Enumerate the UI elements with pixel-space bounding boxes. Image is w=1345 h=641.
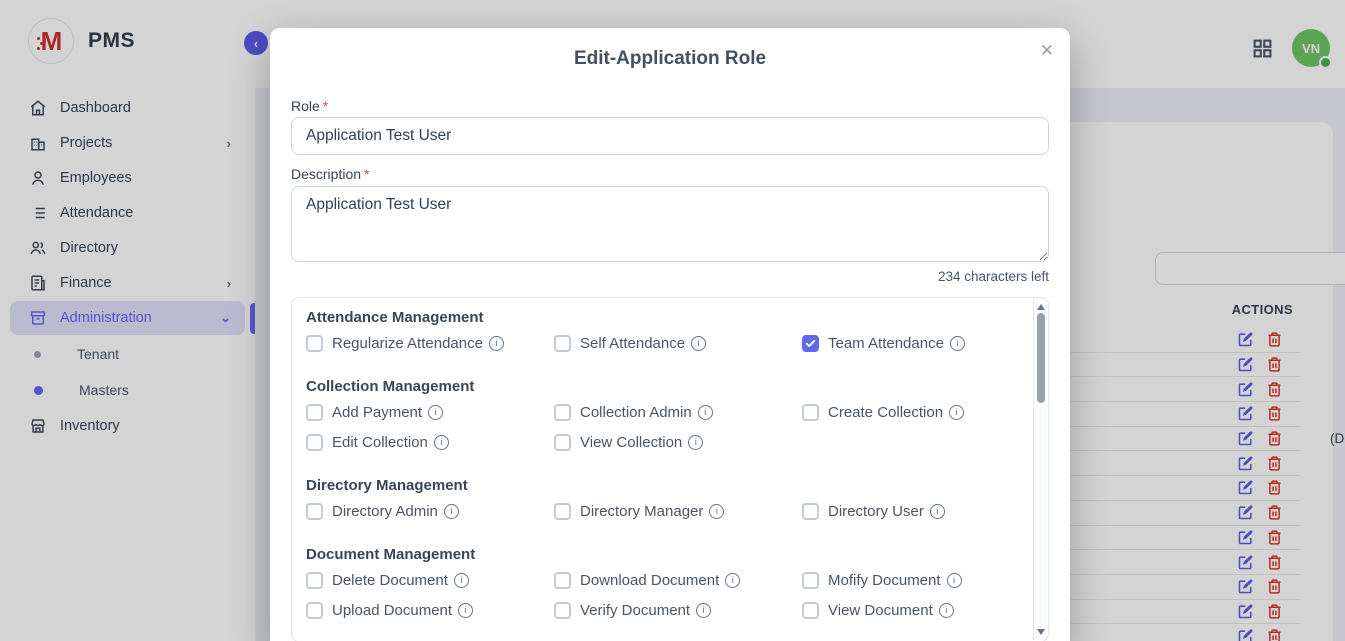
permission-item: Upload Document i [306, 600, 554, 620]
info-icon[interactable]: i [930, 504, 945, 519]
required-asterisk: * [323, 98, 328, 114]
permission-item: Verify Document i [554, 600, 802, 620]
checkbox-unchecked[interactable] [802, 404, 819, 421]
permission-item: View Collection i [554, 432, 802, 452]
permission-section: Collection ManagementAdd PaymentiCollect… [306, 379, 1018, 452]
permission-item: Mofify Document i [802, 570, 1018, 590]
permission-section-title: Document Management [306, 547, 1018, 562]
permission-label: Directory Admin [332, 503, 438, 520]
info-icon[interactable]: i [458, 603, 473, 618]
info-icon[interactable]: i [709, 504, 724, 519]
scroll-down-arrow-icon[interactable] [1037, 629, 1045, 635]
required-asterisk: * [364, 166, 369, 182]
permission-label: Create Collection [828, 404, 943, 421]
permission-section: Document ManagementDelete DocumentiDownl… [306, 547, 1018, 620]
checkbox-unchecked[interactable] [802, 572, 819, 589]
info-icon[interactable]: i [444, 504, 459, 519]
permission-label: Team Attendance [828, 335, 944, 352]
info-icon[interactable]: i [428, 405, 443, 420]
info-icon[interactable]: i [696, 603, 711, 618]
permission-label: Collection Admin [580, 404, 692, 421]
checkbox-unchecked[interactable] [306, 404, 323, 421]
permission-label: View Collection [580, 434, 682, 451]
permission-section-title: Directory Management [306, 478, 1018, 493]
checkbox-unchecked[interactable] [554, 434, 571, 451]
permission-label: Edit Collection [332, 434, 428, 451]
checkbox-unchecked[interactable] [306, 335, 323, 352]
permission-label: Verify Document [580, 602, 690, 619]
permission-label: Upload Document [332, 602, 452, 619]
checkbox-unchecked[interactable] [554, 335, 571, 352]
checkbox-unchecked[interactable] [554, 602, 571, 619]
info-icon[interactable]: i [688, 435, 703, 450]
checkbox-unchecked[interactable] [802, 602, 819, 619]
permission-label: Add Payment [332, 404, 422, 421]
checkbox-unchecked[interactable] [306, 503, 323, 520]
checkbox-unchecked[interactable] [554, 572, 571, 589]
permissions-panel: Attendance Management Regularize Attendan… [291, 297, 1049, 641]
info-icon[interactable]: i [939, 603, 954, 618]
permission-item: View Document i [802, 600, 1018, 620]
info-icon[interactable]: i [950, 336, 965, 351]
info-icon[interactable]: i [949, 405, 964, 420]
permission-item: Directory Manager i [554, 501, 802, 521]
checkbox-checked[interactable] [802, 335, 819, 352]
role-label: Role* [291, 98, 1049, 114]
permission-item: Self Attendance i [554, 333, 802, 353]
permission-section: Attendance Management Regularize Attendan… [306, 310, 1018, 353]
characters-left-counter: 234 characters left [291, 269, 1049, 284]
checkbox-unchecked[interactable] [554, 404, 571, 421]
scrollbar-thumb[interactable] [1037, 313, 1045, 403]
permission-label: Mofify Document [828, 572, 941, 589]
permission-label: Directory User [828, 503, 924, 520]
info-icon[interactable]: i [725, 573, 740, 588]
permission-section: Directory ManagementDirectory AdminiDire… [306, 478, 1018, 521]
info-icon[interactable]: i [947, 573, 962, 588]
permission-item: Team Attendance i [802, 333, 1018, 353]
info-icon[interactable]: i [698, 405, 713, 420]
permission-label: Delete Document [332, 572, 448, 589]
edit-application-role-modal: Edit-Application Role ✕ Role* Descriptio… [270, 28, 1070, 641]
scrollbar-track[interactable] [1033, 299, 1047, 640]
permission-label: View Document [828, 602, 933, 619]
permission-item: Directory User i [802, 501, 1018, 521]
description-label: Description* [291, 166, 1049, 182]
permission-label: Regularize Attendance [332, 335, 483, 352]
permission-item: Download Document i [554, 570, 802, 590]
role-input[interactable] [291, 117, 1049, 155]
modal-title: Edit-Application Role [291, 48, 1049, 70]
permission-label: Download Document [580, 572, 719, 589]
checkbox-unchecked[interactable] [306, 572, 323, 589]
permission-item: Directory Admin i [306, 501, 554, 521]
checkbox-unchecked[interactable] [554, 503, 571, 520]
permission-item: Edit Collection i [306, 432, 554, 452]
permission-item: Delete Document i [306, 570, 554, 590]
info-icon[interactable]: i [434, 435, 449, 450]
permission-item: Collection Admin i [554, 402, 802, 422]
permission-item: Regularize Attendance i [306, 333, 554, 353]
info-icon[interactable]: i [691, 336, 706, 351]
permission-item: Create Collection i [802, 402, 1018, 422]
checkbox-unchecked[interactable] [802, 503, 819, 520]
permission-section-title: Collection Management [306, 379, 1018, 394]
info-icon[interactable]: i [489, 336, 504, 351]
checkbox-unchecked[interactable] [306, 434, 323, 451]
permission-section-title: Attendance Management [306, 310, 1018, 325]
scroll-up-arrow-icon[interactable] [1037, 304, 1045, 310]
info-icon[interactable]: i [454, 573, 469, 588]
checkbox-unchecked[interactable] [306, 602, 323, 619]
description-textarea[interactable] [291, 186, 1049, 262]
permission-label: Self Attendance [580, 335, 685, 352]
close-icon[interactable]: ✕ [1040, 42, 1054, 59]
permission-item: Add Payment i [306, 402, 554, 422]
permission-label: Directory Manager [580, 503, 703, 520]
